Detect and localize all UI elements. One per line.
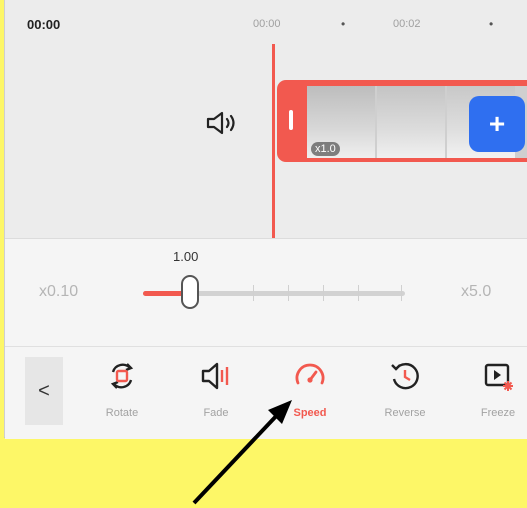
slider-thumb[interactable] [181,275,199,309]
freeze-label: Freeze [480,407,516,419]
slider-tick [401,285,402,301]
speedometer-icon [295,363,325,385]
back-button[interactable]: < [25,357,63,425]
speed-panel: 1.00 x0.10 x5.0 < Rotate Fade Speed Reve… [5,238,527,439]
ruler-label: 00:02 [393,18,421,30]
speed-label: Speed [293,407,327,419]
fade-button[interactable]: Fade [181,359,251,429]
editor-screen: 00:00 00:00 • 00:02 • x1.0 + 1.00 x0.10 [4,0,527,439]
current-time: 00:00 [27,17,61,32]
freeze-icon [484,363,513,391]
speed-value-label: 1.00 [173,249,199,264]
playhead[interactable] [272,44,275,240]
slider-tick [323,285,324,301]
slider-tick [288,285,289,301]
reverse-icon [391,362,419,390]
reverse-button[interactable]: Reverse [370,359,440,429]
slider-tick [253,285,254,301]
speed-button[interactable]: Speed [275,359,345,429]
freeze-button[interactable]: Freeze [463,359,527,429]
reverse-label: Reverse [384,407,426,419]
clip-trim-handle[interactable] [289,110,293,130]
speed-slider[interactable] [143,275,405,309]
fade-icon [201,362,229,390]
add-clip-button[interactable]: + [469,96,525,152]
slider-tick [358,285,359,301]
ruler-label: 00:00 [253,18,281,30]
ruler-dot: • [489,17,494,31]
rotate-label: Rotate [105,407,139,419]
timeline-area[interactable]: 00:00 00:00 • 00:02 • x1.0 + [5,0,527,240]
fade-label: Fade [203,407,229,419]
clip-speed-badge: x1.0 [311,142,340,156]
rotate-button[interactable]: Rotate [87,359,157,429]
rotate-icon [110,363,134,389]
speed-max-label: x5.0 [461,283,492,300]
edit-toolbar: < Rotate Fade Speed Reverse Freeze [5,346,527,439]
ruler-dot: • [341,17,346,31]
speed-min-label: x0.10 [39,283,79,300]
speaker-icon[interactable] [205,110,239,136]
